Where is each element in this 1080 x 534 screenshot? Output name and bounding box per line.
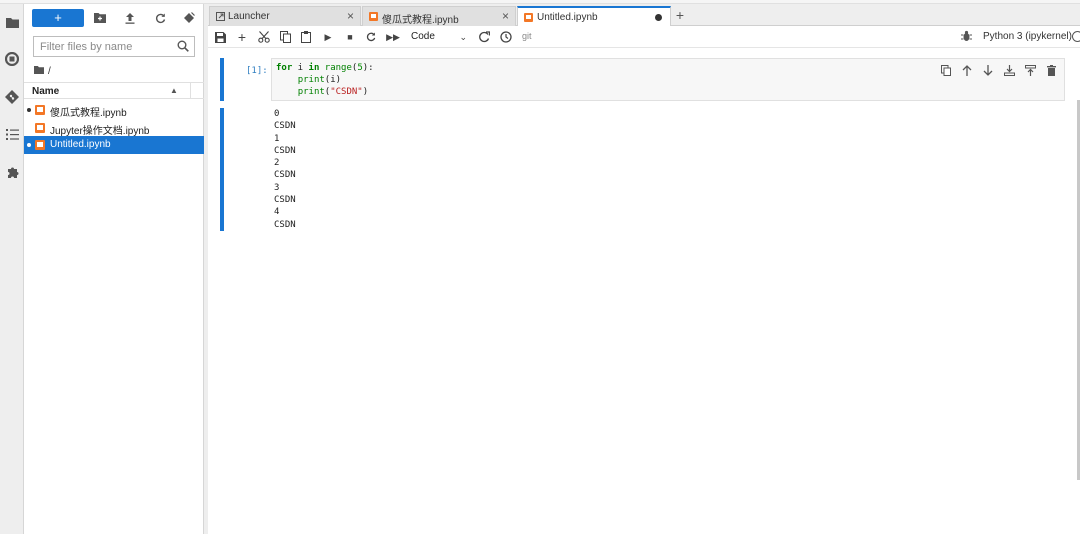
code-content: for i in range(5): print(i) print("CSDN"… (276, 63, 374, 97)
cell-output: 0 CSDN 1 CSDN 2 CSDN 3 CSDN 4 CSDN (274, 109, 296, 230)
main-area: Launcher × 傻瓜式教程.ipynb × Untitled.ipynb … (208, 4, 1080, 534)
notebook-panel[interactable]: [1]: for i in range(5): print(i) print("… (208, 48, 1080, 534)
jupyterlab-window: + / Name (0, 0, 1080, 534)
cell-toolbar (939, 63, 1058, 77)
tab-untitled[interactable]: Untitled.ipynb (517, 6, 671, 27)
save-icon[interactable] (212, 29, 228, 45)
breadcrumb-root[interactable]: / (48, 66, 51, 77)
output-collapser[interactable] (220, 108, 224, 231)
column-header-name[interactable]: Name (32, 86, 59, 97)
tab-launcher[interactable]: Launcher × (209, 6, 361, 26)
kernel-name[interactable]: Python 3 (ipykernel) (983, 31, 1072, 42)
input-prompt: [1]: (246, 66, 268, 76)
tab-bar: Launcher × 傻瓜式教程.ipynb × Untitled.ipynb … (208, 4, 1080, 27)
new-folder-icon[interactable] (92, 10, 108, 26)
notebook-icon (35, 123, 45, 133)
git-icon[interactable] (4, 89, 20, 105)
add-tab-button[interactable]: + (672, 8, 688, 24)
filter-files-field (33, 36, 195, 57)
insert-cell-icon[interactable]: + (234, 29, 250, 45)
file-browser: + / Name (24, 4, 204, 534)
duplicate-cell-icon[interactable] (939, 63, 953, 77)
cut-icon[interactable] (256, 29, 272, 45)
clock-icon[interactable] (498, 29, 514, 45)
insert-below-icon[interactable] (1002, 63, 1016, 77)
insert-above-icon[interactable] (1023, 63, 1037, 77)
kernel-status-icon (1072, 31, 1080, 42)
running-indicator (27, 143, 31, 147)
git-label[interactable]: git (522, 31, 532, 41)
notebook-icon (524, 13, 533, 22)
tab-label: Untitled.ipynb (537, 12, 598, 23)
file-browser-toolbar: + (24, 4, 204, 32)
sort-ascending-icon[interactable]: ▲ (170, 86, 178, 95)
git-diff-icon[interactable] (476, 29, 492, 45)
close-icon[interactable]: × (347, 10, 354, 22)
folder-icon[interactable] (34, 65, 44, 77)
notebook-toolbar: + ▶ ■ ▶▶ Code ⌄ git Python 3 (ipykernel) (208, 26, 1080, 48)
unsaved-changes-indicator[interactable] (655, 14, 662, 21)
debugger-icon[interactable] (961, 30, 973, 42)
breadcrumb: / (34, 64, 51, 78)
chevron-down-icon: ⌄ (459, 32, 467, 42)
move-down-icon[interactable] (981, 63, 995, 77)
tab-notebook[interactable]: 傻瓜式教程.ipynb × (362, 6, 516, 26)
delete-cell-icon[interactable] (1044, 63, 1058, 77)
copy-icon[interactable] (277, 29, 293, 45)
column-divider (190, 83, 191, 99)
run-icon[interactable]: ▶ (320, 29, 336, 45)
folder-icon[interactable] (4, 14, 20, 30)
close-icon[interactable]: × (502, 10, 509, 22)
upload-icon[interactable] (122, 10, 138, 26)
launcher-icon (216, 12, 225, 21)
input-collapser[interactable] (220, 58, 224, 101)
notebook-icon (35, 140, 45, 150)
restart-kernel-icon[interactable] (363, 29, 379, 45)
refresh-icon[interactable] (152, 10, 168, 26)
activity-bar (0, 4, 24, 534)
file-name: 傻瓜式教程.ipynb (50, 108, 127, 119)
file-name: Jupyter操作文档.ipynb (50, 126, 150, 137)
file-item-selected[interactable]: Untitled.ipynb (24, 136, 204, 154)
cell-type-value: Code (411, 31, 435, 42)
extension-manager-icon[interactable] (4, 164, 20, 180)
notebook-icon (369, 12, 378, 21)
move-up-icon[interactable] (960, 63, 974, 77)
restart-run-all-icon[interactable]: ▶▶ (385, 29, 401, 45)
paste-icon[interactable] (298, 29, 314, 45)
tab-label: 傻瓜式教程.ipynb (382, 15, 459, 26)
search-icon[interactable] (177, 40, 190, 53)
file-item[interactable]: 傻瓜式教程.ipynb (24, 101, 204, 119)
table-of-contents-icon[interactable] (4, 126, 20, 142)
notebook-icon (35, 105, 45, 115)
filter-files-input[interactable] (34, 37, 169, 56)
git-clone-icon[interactable] (181, 10, 197, 26)
file-name: Untitled.ipynb (50, 139, 111, 150)
cell-type-select[interactable]: Code ⌄ (411, 29, 467, 45)
new-launcher-button[interactable]: + (32, 9, 84, 27)
file-item[interactable]: Jupyter操作文档.ipynb (24, 119, 204, 137)
running-sessions-icon[interactable] (4, 51, 20, 67)
file-list-header: Name ▲ (24, 82, 204, 99)
stop-icon[interactable]: ■ (342, 29, 358, 45)
running-indicator (27, 108, 31, 112)
tab-label: Launcher (228, 11, 270, 22)
